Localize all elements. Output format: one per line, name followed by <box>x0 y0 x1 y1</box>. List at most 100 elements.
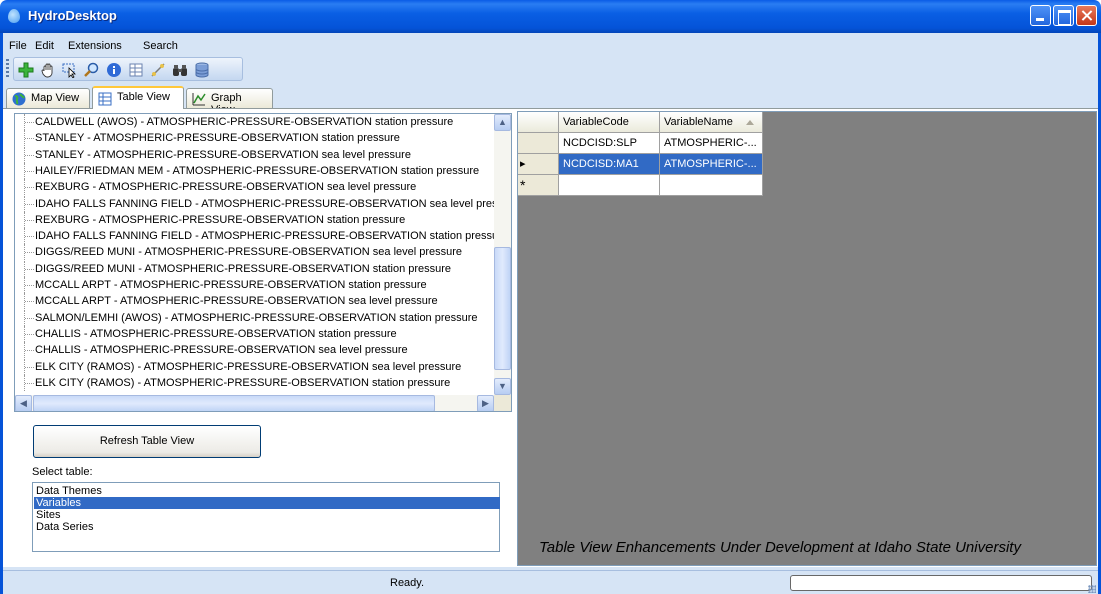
tree-item[interactable]: REXBURG - ATMOSPHERIC-PRESSURE-OBSERVATI… <box>15 211 493 228</box>
graph-icon <box>192 92 206 106</box>
binoculars-icon[interactable] <box>171 61 189 79</box>
grid-row-header-current[interactable]: ▸ <box>518 154 559 175</box>
tree-item-label: REXBURG - ATMOSPHERIC-PRESSURE-OBSERVATI… <box>35 181 417 194</box>
tree-item[interactable]: DIGGS/REED MUNI - ATMOSPHERIC-PRESSURE-O… <box>15 244 493 261</box>
tree-item-label: CHALLIS - ATMOSPHERIC-PRESSURE-OBSERVATI… <box>35 344 408 357</box>
toolstrip <box>13 57 243 81</box>
tree-item[interactable]: SALMON/LEMHI (AWOS) - ATMOSPHERIC-PRESSU… <box>15 309 493 326</box>
table-icon <box>98 92 112 106</box>
tree-item-label: STANLEY - ATMOSPHERIC-PRESSURE-OBSERVATI… <box>35 148 411 161</box>
tree-item[interactable]: ELK CITY (RAMOS) - ATMOSPHERIC-PRESSURE-… <box>15 374 493 391</box>
grid-header-variablename[interactable]: VariableName <box>660 112 763 133</box>
grid-header-variablecode-label: VariableCode <box>563 116 629 128</box>
select-table-option-variables[interactable]: Variables <box>34 497 500 509</box>
select-table-option-data-themes[interactable]: Data Themes <box>34 485 500 497</box>
tree-item-label: MCCALL ARPT - ATMOSPHERIC-PRESSURE-OBSER… <box>35 295 438 308</box>
select-table-listbox[interactable]: Data Themes Variables Sites Data Series <box>32 482 500 552</box>
scroll-left-button[interactable]: ◀ <box>15 395 32 411</box>
grid-cell[interactable]: NCDCISD:SLP <box>559 133 660 154</box>
grid-cell-new[interactable] <box>660 175 763 196</box>
grid-header-variablecode[interactable]: VariableCode <box>559 112 660 133</box>
select-arrow-icon[interactable] <box>61 61 79 79</box>
tree-vertical-scroll-thumb[interactable] <box>494 247 511 370</box>
tree-item[interactable]: ELK CITY (RAMOS) - ATMOSPHERIC-PRESSURE-… <box>15 358 493 375</box>
tree-connector <box>24 342 34 359</box>
tree-vertical-scrollbar[interactable]: ▲ ▼ <box>494 114 511 395</box>
tree-item[interactable]: STANLEY - ATMOSPHERIC-PRESSURE-OBSERVATI… <box>15 130 493 147</box>
current-row-indicator-icon: ▸ <box>520 158 526 170</box>
tree-item[interactable]: IDAHO FALLS FANNING FIELD - ATMOSPHERIC-… <box>15 228 494 245</box>
tree-item[interactable]: REXBURG - ATMOSPHERIC-PRESSURE-OBSERVATI… <box>15 179 493 196</box>
tree-horizontal-scroll-thumb[interactable] <box>33 395 435 411</box>
tree-item[interactable]: CHALLIS - ATMOSPHERIC-PRESSURE-OBSERVATI… <box>15 325 493 342</box>
series-tree[interactable]: CALDWELL (AWOS) - ATMOSPHERIC-PRESSURE-O… <box>14 113 512 412</box>
grid-header-variablename-label: VariableName <box>664 116 733 128</box>
tree-connector <box>24 277 34 293</box>
tree-item[interactable]: STANLEY - ATMOSPHERIC-PRESSURE-OBSERVATI… <box>15 146 493 163</box>
scroll-right-button[interactable]: ▶ <box>477 395 494 411</box>
tree-item[interactable]: MCCALL ARPT - ATMOSPHERIC-PRESSURE-OBSER… <box>15 293 493 310</box>
tree-item-label: IDAHO FALLS FANNING FIELD - ATMOSPHERIC-… <box>35 197 494 210</box>
tree-connector <box>24 293 34 310</box>
resize-grip[interactable] <box>1088 585 1096 593</box>
tab-map-view-label: Map View <box>31 92 80 104</box>
tree-item[interactable]: CALDWELL (AWOS) - ATMOSPHERIC-PRESSURE-O… <box>15 114 493 130</box>
window-title: HydroDesktop <box>28 8 117 23</box>
grid-row-header[interactable] <box>518 133 559 154</box>
pan-hand-icon[interactable] <box>39 61 57 79</box>
toolbar-grip[interactable] <box>6 59 9 79</box>
menu-bar: File Edit Extensions Search <box>3 33 1098 55</box>
tree-item-label: REXBURG - ATMOSPHERIC-PRESSURE-OBSERVATI… <box>35 213 406 226</box>
tree-connector <box>24 309 34 326</box>
menu-extensions[interactable]: Extensions <box>68 40 122 52</box>
table-icon[interactable] <box>127 61 145 79</box>
tree-item[interactable]: HAILEY/FRIEDMAN MEM - ATMOSPHERIC-PRESSU… <box>15 162 493 179</box>
grid-row-header-new[interactable]: * <box>518 175 559 196</box>
menu-edit[interactable]: Edit <box>35 40 54 52</box>
grid-corner-header[interactable] <box>518 112 559 133</box>
tree-item-label: DIGGS/REED MUNI - ATMOSPHERIC-PRESSURE-O… <box>35 262 452 275</box>
scroll-corner <box>494 395 511 411</box>
refresh-table-view-button[interactable]: Refresh Table View <box>33 425 261 458</box>
title-bar[interactable]: HydroDesktop <box>0 0 1101 33</box>
close-button[interactable] <box>1076 5 1097 26</box>
grid-cell-new[interactable] <box>559 175 660 196</box>
zoom-icon[interactable] <box>83 61 101 79</box>
tree-item[interactable]: DIGGS/REED MUNI - ATMOSPHERIC-PRESSURE-O… <box>15 260 493 277</box>
tree-connector <box>24 325 34 342</box>
tree-item[interactable]: CHALLIS - ATMOSPHERIC-PRESSURE-OBSERVATI… <box>15 342 493 359</box>
tree-connector <box>24 195 34 212</box>
scroll-down-button[interactable]: ▼ <box>494 378 511 395</box>
minimize-button[interactable] <box>1030 5 1051 26</box>
tree-item-label: ELK CITY (RAMOS) - ATMOSPHERIC-PRESSURE-… <box>35 360 462 373</box>
tree-connector <box>24 211 34 228</box>
scroll-up-button[interactable]: ▲ <box>494 114 511 131</box>
tab-map-view[interactable]: Map View <box>6 88 90 108</box>
maximize-button[interactable] <box>1053 5 1074 26</box>
measure-icon[interactable] <box>149 61 167 79</box>
select-table-option-sites[interactable]: Sites <box>34 509 500 521</box>
data-grid[interactable]: VariableCode VariableName NCDCISD:SLP AT… <box>517 111 1097 566</box>
series-tree-rows: CALDWELL (AWOS) - ATMOSPHERIC-PRESSURE-O… <box>15 114 494 395</box>
tree-item[interactable]: IDAHO FALLS FANNING FIELD - ATMOSPHERIC-… <box>15 195 494 212</box>
tab-graph-view[interactable]: Graph View <box>186 88 273 116</box>
tree-connector <box>24 244 34 261</box>
new-row-indicator-icon: * <box>520 177 526 193</box>
grid-cell-selected[interactable]: NCDCISD:MA1 <box>559 154 660 175</box>
select-table-option-data-series[interactable]: Data Series <box>34 521 500 533</box>
menu-file[interactable]: File <box>9 40 27 52</box>
tree-connector <box>24 162 34 179</box>
tree-connector <box>24 228 34 245</box>
tree-item[interactable]: MCCALL ARPT - ATMOSPHERIC-PRESSURE-OBSER… <box>15 277 493 293</box>
info-icon[interactable] <box>105 61 123 79</box>
grid-cell-selected[interactable]: ATMOSPHERIC-... <box>660 154 763 175</box>
menu-search[interactable]: Search <box>143 40 178 52</box>
tree-connector <box>24 114 34 130</box>
tree-horizontal-scrollbar[interactable]: ◀ ▶ <box>15 395 494 411</box>
add-layer-icon[interactable] <box>17 61 35 79</box>
tree-connector <box>24 146 34 163</box>
grid-cell[interactable]: ATMOSPHERIC-... <box>660 133 763 154</box>
tree-item-label: IDAHO FALLS FANNING FIELD - ATMOSPHERIC-… <box>35 230 494 243</box>
tab-table-view[interactable]: Table View <box>92 86 184 109</box>
database-icon[interactable] <box>193 61 211 79</box>
